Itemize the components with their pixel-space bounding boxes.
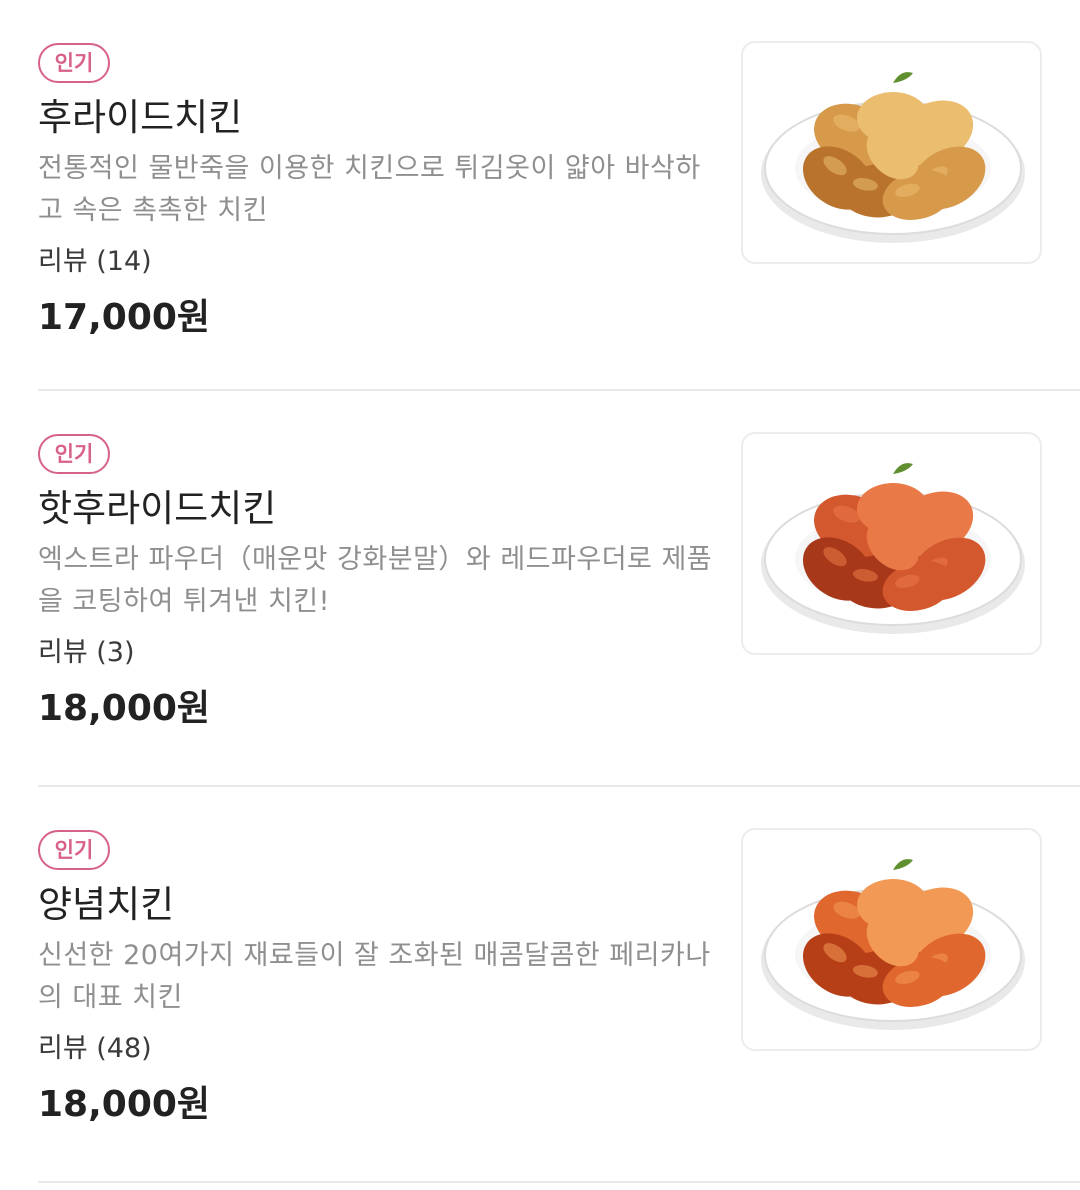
menu-item-name: 후라이드치킨	[38, 96, 243, 139]
chicken-highlight	[871, 103, 897, 117]
chicken-plate-image	[761, 859, 1025, 1030]
herb-garnish	[893, 463, 913, 474]
menu-item-price: 18,000원	[38, 1084, 211, 1125]
menu-item-price: 17,000원	[38, 297, 211, 338]
menu-item-name: 핫후라이드치킨	[38, 487, 277, 530]
menu-item-hot-fried-chicken[interactable]: 인기 핫후라이드치킨 엑스트라 파우더（매운맛 강화분말）와 레드파우더로 제품…	[38, 391, 1080, 787]
herb-garnish	[893, 72, 913, 83]
chicken-plate-image	[761, 72, 1025, 243]
menu-item-seasoned-chicken[interactable]: 인기 양념치킨 신선한 20여가지 재료들이 잘 조화된 매콤달콤한 페리카나의…	[38, 787, 1080, 1183]
menu-item-description: 엑스트라 파우더（매운맛 강화분말）와 레드파우더로 제품을 코팅하여 튀겨낸 …	[38, 544, 713, 617]
menu-item-fried-chicken[interactable]: 인기 후라이드치킨 전통적인 물반죽을 이용한 치킨으로 튀김옷이 얇아 바삭하…	[38, 0, 1080, 391]
popular-badge: 인기	[38, 830, 110, 870]
herb-garnish	[893, 859, 913, 870]
popular-badge: 인기	[38, 43, 110, 83]
menu-item-review-count: 리뷰 (14)	[38, 246, 152, 277]
chicken-plate-image	[761, 463, 1025, 634]
chicken-highlight	[871, 494, 897, 508]
seasoned-chicken-photo[interactable]	[741, 828, 1042, 1051]
menu-item-description: 전통적인 물반죽을 이용한 치킨으로 튀김옷이 얇아 바삭하고 속은 촉촉한 치…	[38, 153, 701, 226]
menu-item-review-count: 리뷰 (3)	[38, 637, 135, 668]
popular-badge: 인기	[38, 434, 110, 474]
menu-item-name: 양념치킨	[38, 883, 175, 926]
menu-item-review-count: 리뷰 (48)	[38, 1033, 152, 1064]
menu-list: 인기 후라이드치킨 전통적인 물반죽을 이용한 치킨으로 튀김옷이 얇아 바삭하…	[0, 0, 1080, 1190]
fried-chicken-photo[interactable]	[741, 41, 1042, 264]
menu-item-price: 18,000원	[38, 688, 211, 729]
chicken-highlight	[871, 890, 897, 904]
menu-item-description: 신선한 20여가지 재료들이 잘 조화된 매콤달콤한 페리카나의 대표 치킨	[38, 940, 711, 1013]
hot-fried-chicken-photo[interactable]	[741, 432, 1042, 655]
